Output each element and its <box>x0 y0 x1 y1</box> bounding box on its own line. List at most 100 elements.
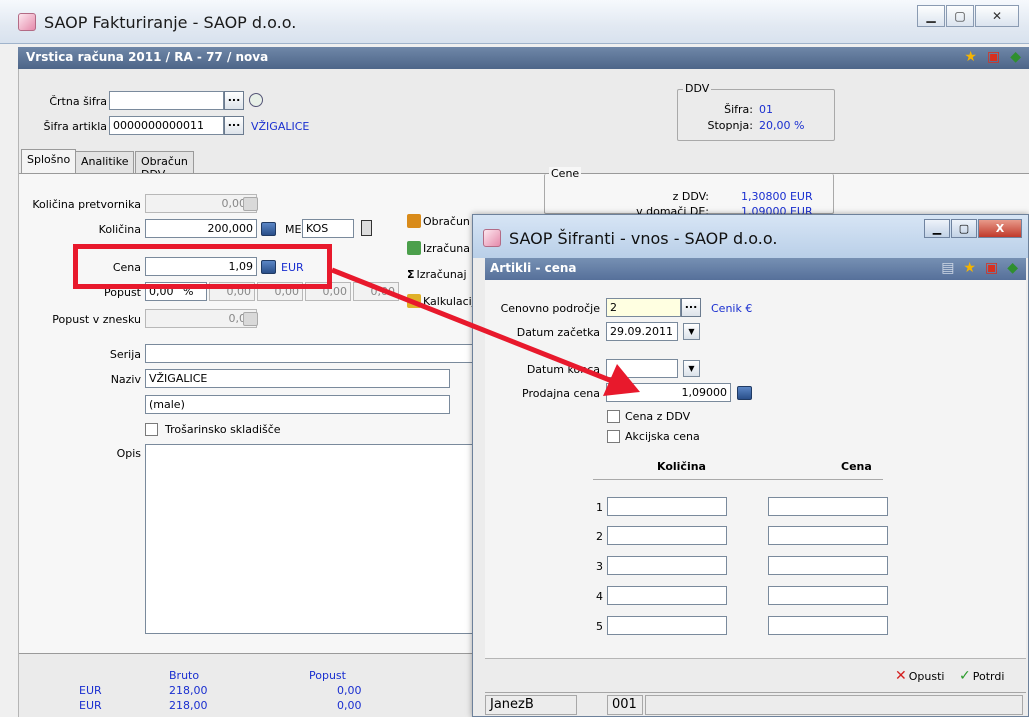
cena-column-header: Cena <box>841 460 872 473</box>
datum-konca-dropdown[interactable]: ▼ <box>683 360 700 377</box>
potrdi-button[interactable]: ✓ Potrdi <box>959 668 1004 684</box>
me-input[interactable]: KOS <box>302 219 354 238</box>
cena-input-1[interactable] <box>768 497 888 516</box>
grid-icon[interactable]: ▤ <box>941 260 954 276</box>
kolicina-column-header: Količina <box>657 460 706 473</box>
potrdi-label: Potrdi <box>972 669 1005 683</box>
calculator-icon[interactable] <box>737 386 752 400</box>
kalkulacij-button-label: Kalkulacij <box>423 294 475 308</box>
form-subtitle: Vrstica računa 2011 / RA - 77 / nova <box>26 50 269 64</box>
kolicina-input-2[interactable] <box>607 526 727 545</box>
akcijska-label: Akcijska cena <box>625 430 700 443</box>
sifra-artikla-browse-button[interactable]: ... <box>224 116 244 135</box>
checkmark-icon: ✓ <box>959 668 971 684</box>
datum-konca-label: Datum konca <box>526 363 600 376</box>
tab-analitike[interactable]: Analitike <box>75 151 135 173</box>
datum-konca-input[interactable] <box>606 359 678 378</box>
datum-zacetka-dropdown[interactable]: ▼ <box>683 323 700 340</box>
status-extra <box>645 695 1023 715</box>
obracun-button-label: Obračun <box>423 214 470 228</box>
popust5-input[interactable]: 0,00 <box>353 282 399 301</box>
star-icon[interactable]: ★ <box>963 260 976 276</box>
opusti-button[interactable]: ✕ Opusti <box>895 668 944 684</box>
close-icon: X <box>995 222 1005 235</box>
crtna-sifra-input[interactable] <box>109 91 224 110</box>
kolicina-pretvornika-input[interactable]: 0,000 <box>145 194 257 213</box>
close-button[interactable]: ✕ <box>975 5 1019 27</box>
prodajna-cena-input[interactable]: 1,09000 <box>606 383 731 402</box>
akcijska-checkbox[interactable] <box>607 430 620 443</box>
cenovno-input[interactable]: 2 <box>606 298 681 317</box>
kolicina-input-5[interactable] <box>607 616 727 635</box>
cena-z-ddv-label: Cena z DDV <box>625 410 691 423</box>
row-number: 1 <box>596 501 603 514</box>
device-icon[interactable] <box>361 220 372 236</box>
close-icon: ✕ <box>991 9 1003 23</box>
sifranti-dialog: SAOP Šifranti - vnos - SAOP d.o.o. ▁ ▢ X… <box>472 214 1029 717</box>
cenik-label: Cenik € <box>711 302 753 315</box>
cenovno-browse-button[interactable]: ... <box>681 298 701 317</box>
totals-bruto: 218,00 <box>169 699 208 712</box>
z-ddv-value: 1,30800 EUR <box>741 190 813 203</box>
kolicina-label: Količina <box>98 223 141 236</box>
dialog-minimize-button[interactable]: ▁ <box>924 219 950 238</box>
dialog-titlebar[interactable]: SAOP Šifranti - vnos - SAOP d.o.o. ▁ ▢ X <box>473 215 1028 258</box>
table-icon <box>407 241 421 255</box>
maximize-button[interactable]: ▢ <box>946 5 974 27</box>
export-icon[interactable]: ▣ <box>985 260 998 276</box>
kolicina-input-3[interactable] <box>607 556 727 575</box>
naziv-input[interactable]: VŽIGALICE <box>145 369 450 388</box>
export-icon[interactable]: ▣ <box>987 49 1000 65</box>
tab-splosno[interactable]: Splošno <box>21 149 77 173</box>
kolicina-input-4[interactable] <box>607 586 727 605</box>
book-icon[interactable]: ◆ <box>1007 260 1018 276</box>
calculator-icon[interactable] <box>243 197 258 211</box>
calculator-icon[interactable] <box>243 312 258 326</box>
dialog-app-icon <box>483 229 501 247</box>
star-icon[interactable]: ★ <box>964 49 977 65</box>
dialog-footer: ✕ Opusti ✓ Potrdi <box>485 658 1026 692</box>
cena-input-3[interactable] <box>768 556 888 575</box>
list-icon[interactable] <box>249 93 263 107</box>
kalkulacij-button[interactable]: Kalkulacij <box>407 294 475 308</box>
crtna-sifra-browse-button[interactable]: ... <box>224 91 244 110</box>
trosarinsko-checkbox[interactable] <box>145 423 158 436</box>
ddv-group-title: DDV <box>683 82 712 95</box>
dialog-maximize-button[interactable]: ▢ <box>951 219 977 238</box>
ddv-stopnja-value: 20,00 % <box>759 119 805 132</box>
naziv2-input[interactable]: (male) <box>145 395 450 414</box>
totals-currency: EUR <box>79 699 102 712</box>
cena-z-ddv-checkbox[interactable] <box>607 410 620 423</box>
book-icon[interactable]: ◆ <box>1010 49 1021 65</box>
cena-input-5[interactable] <box>768 616 888 635</box>
calculator-icon[interactable] <box>261 222 276 236</box>
minimize-button[interactable]: ▁ <box>917 5 945 27</box>
prodajna-cena-label: Prodajna cena <box>522 387 600 400</box>
maximize-icon: ▢ <box>954 9 966 23</box>
sifra-artikla-input[interactable]: 0000000000011 <box>109 116 224 135</box>
minimize-icon: ▁ <box>926 9 936 23</box>
tab-obracun-ddv[interactable]: Obračun DDV <box>135 151 194 181</box>
dialog-statusbar: JanezB 001 <box>485 692 1026 716</box>
popust-v-znesku-input[interactable]: 0,00 <box>145 309 257 328</box>
kolicina-input-1[interactable] <box>607 497 727 516</box>
obracun-button[interactable]: Obračun <box>407 214 470 228</box>
opis-textarea[interactable] <box>145 444 475 634</box>
serija-input[interactable] <box>145 344 475 363</box>
izracunaj-button[interactable]: Σ Izračunaj <box>407 268 467 281</box>
dialog-title: SAOP Šifranti - vnos - SAOP d.o.o. <box>509 229 778 248</box>
main-window-titlebar[interactable]: SAOP Fakturiranje - SAOP d.o.o. ▁ ▢ ✕ <box>0 0 1029 44</box>
row-number: 3 <box>596 560 603 573</box>
datum-zacetka-input[interactable]: 29.09.2011 <box>606 322 678 341</box>
totals-currency: EUR <box>79 684 102 697</box>
cena-input-2[interactable] <box>768 526 888 545</box>
cena-input-4[interactable] <box>768 586 888 605</box>
cene-group-title: Cene <box>549 167 582 180</box>
dialog-close-button[interactable]: X <box>978 219 1022 238</box>
serija-label: Serija <box>109 348 141 361</box>
coins-icon <box>407 294 421 308</box>
izracuna-button[interactable]: Izračuna <box>407 241 470 255</box>
row-number: 5 <box>596 620 603 633</box>
kolicina-input[interactable]: 200,000 <box>145 219 257 238</box>
datum-zacetka-label: Datum začetka <box>516 326 600 339</box>
